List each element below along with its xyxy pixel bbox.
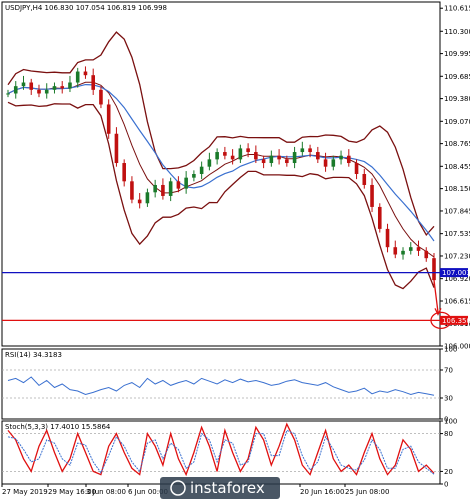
candle-body: [339, 155, 343, 160]
rsi-tick-label: 70: [444, 367, 453, 375]
candle-body: [122, 163, 126, 182]
candle-body: [192, 174, 196, 178]
price-tick-label: 107.845: [444, 207, 470, 215]
candle-body: [223, 152, 227, 156]
candle-body: [277, 155, 281, 160]
time-tick-label: 20 Jun 16:00: [300, 488, 344, 496]
stoch-header: Stoch(5,3,3) 17.4010 15.5864: [5, 423, 111, 431]
rsi-plot-frame: [1, 348, 441, 420]
stoch-tick-label: 100: [444, 418, 457, 426]
candle-body: [215, 152, 219, 160]
price-tick-label: 108.455: [444, 163, 470, 171]
candle-body: [145, 192, 150, 204]
candle-body: [6, 93, 10, 95]
candle-body: [106, 104, 111, 134]
candle-body: [432, 258, 436, 281]
candle-body: [308, 148, 312, 153]
candle-body: [184, 177, 188, 189]
candle-body: [91, 75, 95, 90]
candle-body: [114, 133, 119, 164]
candle-body: [199, 166, 204, 174]
candle-body: [168, 181, 173, 196]
candle-body: [68, 82, 72, 89]
candle-body: [254, 152, 258, 160]
price-tick-label: 109.380: [444, 95, 470, 103]
price-level-label: 106.350: [442, 317, 470, 325]
price-header: USDJPY,H4 106.830 107.054 106.819 106.99…: [5, 4, 167, 12]
candle-body: [137, 199, 142, 204]
candle-body: [130, 181, 134, 200]
price-tick-label: 110.615: [444, 5, 470, 13]
stoch-tick-label: 0: [444, 481, 448, 489]
candle-body: [269, 155, 274, 164]
candle-body: [393, 247, 398, 255]
chart: 110.615 110.300 109.995 109.685 109.380 109.0…: [1, 1, 470, 499]
rsi-header: RSI(14) 34.3183: [5, 351, 62, 359]
candle-body: [83, 71, 88, 76]
candle-body: [99, 89, 103, 105]
candle-body: [354, 163, 359, 174]
candle-body: [230, 155, 235, 160]
candle-body: [323, 159, 328, 167]
price-level-label: 107.003: [442, 269, 470, 277]
candle-body: [401, 250, 405, 255]
candle-body: [13, 86, 18, 94]
candle-body: [161, 184, 165, 196]
price-tick-label: 107.535: [444, 230, 470, 238]
candle-body: [153, 184, 157, 193]
watermark-text: instaforex: [190, 479, 265, 497]
time-tick-label: 25 Jun 08:00: [345, 488, 389, 496]
candle-body: [21, 82, 26, 87]
candle-body: [60, 86, 65, 89]
candle-body: [370, 184, 374, 207]
candle-body: [238, 148, 243, 160]
candle-body: [300, 148, 305, 153]
watermark: instaforex: [160, 477, 280, 499]
price-tick-label: 108.765: [444, 140, 470, 148]
candle-body: [292, 152, 297, 164]
price-tick-label: 110.300: [444, 28, 470, 36]
candle-body: [347, 155, 351, 164]
candle-body: [377, 206, 382, 229]
candle-body: [37, 89, 41, 94]
candle-body: [408, 247, 413, 251]
candle-body: [362, 174, 367, 185]
price-tick-label: 107.230: [444, 252, 470, 260]
candle-body: [331, 159, 336, 167]
candle-body: [207, 159, 212, 167]
candle-body: [285, 159, 289, 164]
candle-body: [75, 71, 80, 83]
rsi-tick-label: 100: [444, 346, 457, 354]
time-tick-label: 27 May 2019: [2, 488, 48, 496]
rsi-tick-label: 30: [444, 395, 453, 403]
candle-body: [261, 159, 266, 164]
stoch-tick-label: 80: [444, 430, 453, 438]
candle-body: [316, 152, 320, 160]
price-tick-label: 106.615: [444, 297, 470, 305]
candle-body: [416, 247, 421, 251]
candle-body: [44, 89, 49, 94]
candle-body: [424, 250, 429, 259]
candle-body: [246, 148, 250, 153]
price-plot-frame: [1, 1, 441, 347]
price-tick-label: 108.150: [444, 185, 470, 193]
rsi-panel: 10070300RSI(14) 34.3183: [1, 346, 457, 424]
candle-body: [52, 86, 57, 90]
price-tick-label: 109.995: [444, 50, 470, 58]
price-tick-label: 109.070: [444, 118, 470, 126]
stoch-tick-label: 20: [444, 468, 453, 476]
price-tick-label: 109.685: [444, 73, 470, 81]
candle-body: [29, 82, 34, 90]
time-tick-label: 3 Jun 08:00: [86, 488, 126, 496]
candle-body: [385, 228, 390, 248]
candle-body: [176, 181, 181, 189]
price-panel: 110.615 110.300 109.995 109.685 109.380 109.0…: [1, 1, 470, 351]
